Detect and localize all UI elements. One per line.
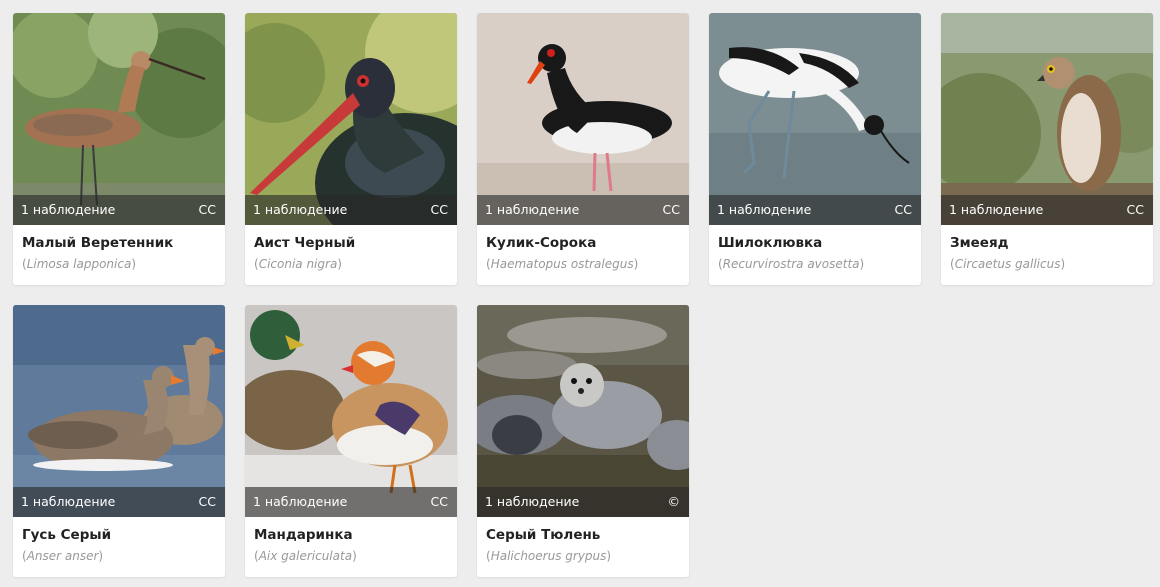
greylag-goose-photo bbox=[13, 305, 225, 517]
species-photo[interactable]: 1 наблюдение CC bbox=[245, 305, 457, 517]
photo-caption-bar: 1 наблюдение © bbox=[477, 487, 689, 517]
oystercatcher-photo bbox=[477, 13, 689, 225]
license-badge[interactable]: CC bbox=[431, 195, 448, 225]
species-card-ciconia-nigra[interactable]: 1 наблюдение CC Аист Черный (Ciconia nig… bbox=[245, 13, 457, 285]
observation-count[interactable]: 1 наблюдение bbox=[717, 195, 811, 225]
species-scientific-name: (Aix galericulata) bbox=[254, 549, 357, 563]
species-card-limosa-lapponica[interactable]: 1 наблюдение CC Малый Веретенник (Limosa… bbox=[13, 13, 225, 285]
species-scientific-name: (Circaetus gallicus) bbox=[950, 257, 1066, 271]
photo-caption-bar: 1 наблюдение CC bbox=[709, 195, 921, 225]
observation-count[interactable]: 1 наблюдение bbox=[253, 487, 347, 517]
observation-count[interactable]: 1 наблюдение bbox=[253, 195, 347, 225]
species-common-name[interactable]: Шилоклювка bbox=[718, 233, 915, 253]
species-card-aix-galericulata[interactable]: 1 наблюдение CC Мандаринка (Aix galericu… bbox=[245, 305, 457, 577]
photo-caption-bar: 1 наблюдение CC bbox=[245, 487, 457, 517]
species-card-anser-anser[interactable]: 1 наблюдение CC Гусь Серый (Anser anser) bbox=[13, 305, 225, 577]
observation-count[interactable]: 1 наблюдение bbox=[21, 487, 115, 517]
species-photo[interactable]: 1 наблюдение CC bbox=[245, 13, 457, 225]
species-photo[interactable]: 1 наблюдение CC bbox=[709, 13, 921, 225]
mandarin-duck-photo bbox=[245, 305, 457, 517]
observation-count[interactable]: 1 наблюдение bbox=[949, 195, 1043, 225]
species-scientific-name: (Anser anser) bbox=[22, 549, 104, 563]
license-badge[interactable]: CC bbox=[431, 487, 448, 517]
species-common-name[interactable]: Мандаринка bbox=[254, 525, 451, 545]
species-card-haematopus-ostralegus[interactable]: 1 наблюдение CC Кулик-Сорока (Haematopus… bbox=[477, 13, 689, 285]
species-common-name[interactable]: Малый Веретенник bbox=[22, 233, 219, 253]
species-common-name[interactable]: Кулик-Сорока bbox=[486, 233, 683, 253]
species-photo[interactable]: 1 наблюдение CC bbox=[13, 305, 225, 517]
species-card-halichoerus-grypus[interactable]: 1 наблюдение © Серый Тюлень (Halichoerus… bbox=[477, 305, 689, 577]
observation-count[interactable]: 1 наблюдение bbox=[21, 195, 115, 225]
photo-caption-bar: 1 наблюдение CC bbox=[941, 195, 1153, 225]
observation-count[interactable]: 1 наблюдение bbox=[485, 487, 579, 517]
grey-seal-photo bbox=[477, 305, 689, 517]
photo-caption-bar: 1 наблюдение CC bbox=[245, 195, 457, 225]
species-scientific-name: (Limosa lapponica) bbox=[22, 257, 136, 271]
species-common-name[interactable]: Аист Черный bbox=[254, 233, 451, 253]
license-badge[interactable]: CC bbox=[1127, 195, 1144, 225]
observation-count[interactable]: 1 наблюдение bbox=[485, 195, 579, 225]
species-photo[interactable]: 1 наблюдение CC bbox=[13, 13, 225, 225]
species-scientific-name: (Recurvirostra avosetta) bbox=[718, 257, 865, 271]
license-badge[interactable]: © bbox=[668, 487, 681, 517]
short-toed-eagle-photo bbox=[941, 13, 1153, 225]
license-badge[interactable]: CC bbox=[199, 195, 216, 225]
species-photo[interactable]: 1 наблюдение CC bbox=[477, 13, 689, 225]
species-card-circaetus-gallicus[interactable]: 1 наблюдение CC Змееяд (Circaetus gallic… bbox=[941, 13, 1153, 285]
species-common-name[interactable]: Серый Тюлень bbox=[486, 525, 683, 545]
license-badge[interactable]: CC bbox=[663, 195, 680, 225]
species-common-name[interactable]: Гусь Серый bbox=[22, 525, 219, 545]
black-stork-photo bbox=[245, 13, 457, 225]
photo-caption-bar: 1 наблюдение CC bbox=[477, 195, 689, 225]
species-photo[interactable]: 1 наблюдение © bbox=[477, 305, 689, 517]
license-badge[interactable]: CC bbox=[895, 195, 912, 225]
species-common-name[interactable]: Змееяд bbox=[950, 233, 1147, 253]
species-photo[interactable]: 1 наблюдение CC bbox=[941, 13, 1153, 225]
photo-caption-bar: 1 наблюдение CC bbox=[13, 487, 225, 517]
species-card-recurvirostra-avosetta[interactable]: 1 наблюдение CC Шилоклювка (Recurvirostr… bbox=[709, 13, 921, 285]
species-scientific-name: (Halichoerus grypus) bbox=[486, 549, 612, 563]
species-grid: 1 наблюдение CC Малый Веретенник (Limosa… bbox=[0, 0, 1160, 587]
license-badge[interactable]: CC bbox=[199, 487, 216, 517]
godwit-photo bbox=[13, 13, 225, 225]
species-scientific-name: (Ciconia nigra) bbox=[254, 257, 342, 271]
avocet-photo bbox=[709, 13, 921, 225]
species-scientific-name: (Haematopus ostralegus) bbox=[486, 257, 639, 271]
photo-caption-bar: 1 наблюдение CC bbox=[13, 195, 225, 225]
